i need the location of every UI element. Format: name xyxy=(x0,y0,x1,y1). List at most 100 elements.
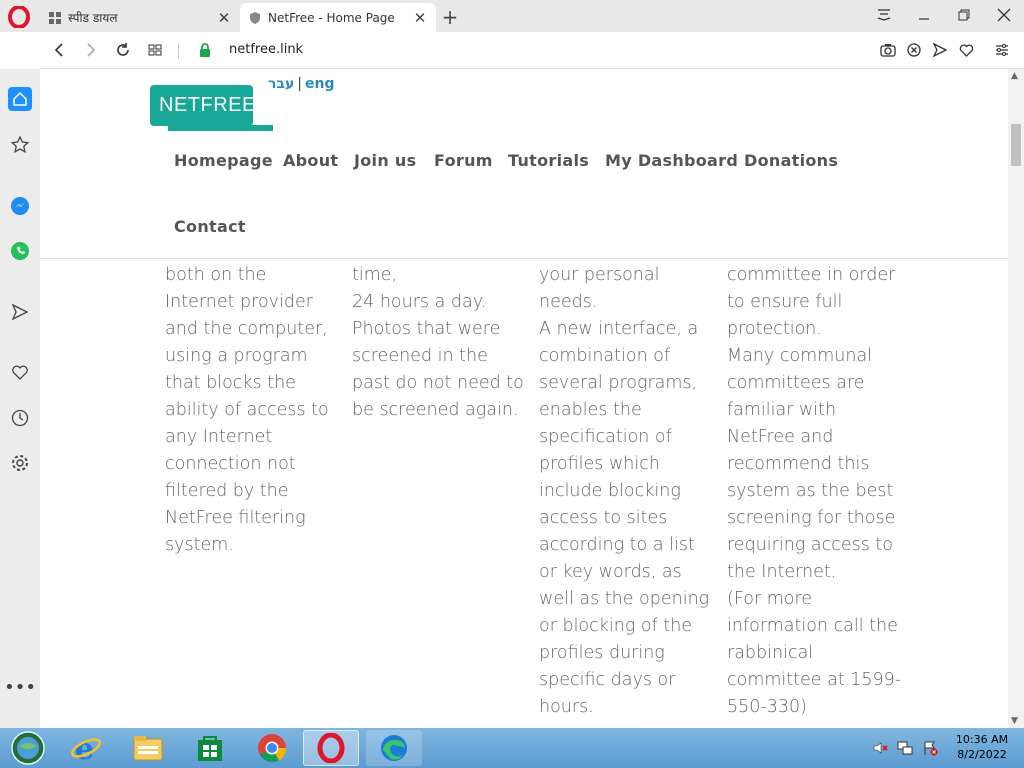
restore-button[interactable] xyxy=(951,4,977,26)
lang-english-link[interactable]: eng xyxy=(305,76,334,92)
send-icon[interactable] xyxy=(930,40,950,60)
tab-label: स्पीड डायल xyxy=(68,11,118,25)
text-line: familiar with xyxy=(727,400,837,420)
text-line: filtered by the xyxy=(165,481,289,501)
opera-menu-icon[interactable] xyxy=(8,6,30,28)
close-tab-icon[interactable]: ✕ xyxy=(412,9,428,27)
whatsapp-icon[interactable] xyxy=(8,239,32,263)
page-scrollbar[interactable]: ▲ ▼ xyxy=(1008,69,1024,728)
text-line: profiles during xyxy=(539,643,665,663)
pinboard-heart-icon[interactable] xyxy=(8,360,32,384)
text-line: include blocking xyxy=(539,481,681,501)
history-clock-icon[interactable] xyxy=(8,406,32,430)
text-line: ability of access to xyxy=(165,400,329,420)
feature-column-1: both on the Internet provider and the co… xyxy=(165,262,340,559)
tab-netfree[interactable]: NetFree - Home Page ✕ xyxy=(240,3,436,32)
menu-my-dashboard[interactable]: My Dashboard xyxy=(605,151,738,170)
text-line: information call the xyxy=(727,616,898,636)
text-line: (For more xyxy=(727,589,813,609)
scroll-thumb[interactable] xyxy=(1011,124,1021,166)
internet-explorer-icon[interactable]: e xyxy=(58,730,114,766)
text-line: NetFree and xyxy=(727,427,834,447)
system-clock[interactable]: 10:36 AM 8/2/2022 xyxy=(948,732,1016,762)
settings-gear-icon[interactable] xyxy=(8,451,32,475)
volume-muted-icon[interactable] xyxy=(872,740,888,756)
reload-button[interactable] xyxy=(113,40,133,60)
messenger-icon[interactable] xyxy=(8,194,32,218)
menu-forum[interactable]: Forum xyxy=(434,151,493,170)
text-line: NetFree filtering xyxy=(165,508,306,528)
text-line: to ensure full xyxy=(727,292,843,312)
svg-text:e: e xyxy=(75,733,94,763)
lock-icon[interactable] xyxy=(198,42,212,58)
text-line: specification of xyxy=(539,427,672,447)
clock-date: 8/2/2022 xyxy=(957,748,1007,761)
text-line: committees are xyxy=(727,373,865,393)
text-line: profiles which xyxy=(539,454,660,474)
easy-setup-icon[interactable] xyxy=(992,40,1012,60)
edge-icon[interactable] xyxy=(366,730,422,766)
text-line: committee in order xyxy=(727,265,896,285)
text-line: requiring access to xyxy=(727,535,893,555)
url-input[interactable]: netfree.link xyxy=(229,42,303,57)
text-line: system as the best xyxy=(727,481,894,501)
text-line: according to a list xyxy=(539,535,695,555)
start-button[interactable] xyxy=(0,730,56,766)
forward-button[interactable] xyxy=(81,40,101,60)
text-line: screened in the xyxy=(352,346,488,366)
home-icon[interactable] xyxy=(8,87,32,111)
text-line: any Internet xyxy=(165,427,273,447)
opera-sidebar: ••• xyxy=(0,69,40,728)
menu-about[interactable]: About xyxy=(283,151,338,170)
close-tab-icon[interactable]: ✕ xyxy=(216,9,232,27)
menu-tutorials[interactable]: Tutorials xyxy=(508,151,589,170)
text-line: several programs, xyxy=(539,373,698,393)
menu-join-us[interactable]: Join us xyxy=(354,151,416,170)
menu-homepage[interactable]: Homepage xyxy=(174,151,273,170)
text-line: Many communal xyxy=(727,346,873,366)
close-window-button[interactable] xyxy=(991,4,1017,26)
store-icon[interactable] xyxy=(182,730,238,766)
chrome-icon[interactable] xyxy=(244,730,300,766)
text-line: the Internet. xyxy=(727,562,837,582)
heart-icon[interactable] xyxy=(956,40,976,60)
text-line: 550-330) xyxy=(727,697,807,717)
tab-speed-dial[interactable]: स्पीड डायल ✕ xyxy=(40,3,240,32)
scroll-down-icon[interactable]: ▼ xyxy=(1011,716,1018,726)
text-line: specific days or xyxy=(539,670,676,690)
new-tab-button[interactable]: + xyxy=(440,5,460,29)
tabs-grid-icon[interactable] xyxy=(145,40,165,60)
text-line: well as the opening xyxy=(539,589,710,609)
file-explorer-icon[interactable] xyxy=(120,730,176,766)
netfree-logo[interactable]: NETFREE xyxy=(150,85,273,131)
scroll-up-icon[interactable]: ▲ xyxy=(1011,71,1018,81)
text-line: access to sites xyxy=(539,508,668,528)
clock-time: 10:36 AM xyxy=(955,733,1009,746)
feature-column-4: committee in order to ensure full protec… xyxy=(727,262,902,721)
lang-separator: | xyxy=(297,76,303,92)
minimize-button[interactable] xyxy=(911,4,937,26)
header-divider xyxy=(40,258,1008,259)
tab-menu-icon[interactable] xyxy=(871,4,897,26)
text-line: Internet provider xyxy=(165,292,313,312)
shield-favicon-icon xyxy=(250,11,260,24)
back-button[interactable] xyxy=(49,40,69,60)
text-line: rabbinical xyxy=(727,643,814,663)
text-line: needs. xyxy=(539,292,598,312)
web-page: NETFREE עבר | eng Homepage About Join us F… xyxy=(40,69,1008,728)
opera-taskbar-icon[interactable] xyxy=(303,730,359,766)
lang-hebrew-link[interactable]: עבר xyxy=(268,76,294,92)
text-line: recommend this xyxy=(727,454,870,474)
flow-send-icon[interactable] xyxy=(8,300,32,324)
text-line: your personal xyxy=(539,265,660,285)
menu-donations[interactable]: Donations xyxy=(744,151,838,170)
more-icon[interactable]: ••• xyxy=(4,675,36,699)
bookmarks-icon[interactable] xyxy=(8,133,32,157)
text-line: or blocking of the xyxy=(539,616,693,636)
tab-strip: स्पीड डायल ✕ NetFree - Home Page ✕ + xyxy=(0,0,1024,32)
network-icon[interactable] xyxy=(897,740,913,756)
ad-block-icon[interactable] xyxy=(904,40,924,60)
menu-contact[interactable]: Contact xyxy=(174,217,246,236)
action-center-flag-icon[interactable] xyxy=(922,740,938,756)
camera-icon[interactable] xyxy=(878,40,898,60)
